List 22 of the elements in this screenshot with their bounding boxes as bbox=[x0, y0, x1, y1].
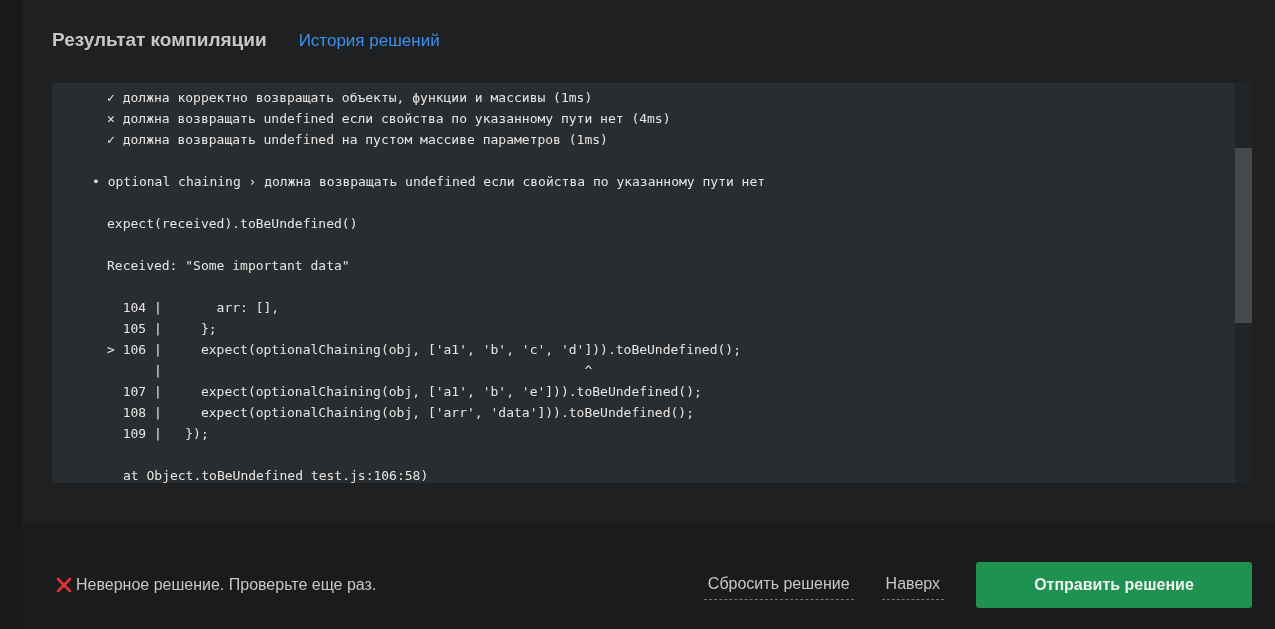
test-result-line: ✓ должна корректно возвращать объекты, функции и массивы (1ms) bbox=[107, 90, 593, 105]
code-line: 107 | expect(optionalChaining(obj, ['a1', 'b', 'e'])).toBeUndefined(); bbox=[121, 384, 702, 399]
scrollbar-thumb[interactable] bbox=[1235, 148, 1252, 323]
section-title: Результат компиляции bbox=[52, 29, 267, 51]
code-line: | ^ bbox=[152, 363, 593, 378]
code-line: 108 | expect(optionalChaining(obj, ['arr', 'data'])).toBeUndefined(); bbox=[121, 405, 694, 420]
code-line: 104 | arr: [], bbox=[121, 300, 280, 315]
code-line: 105 | }; bbox=[121, 321, 217, 336]
scroll-top-link[interactable]: Наверх bbox=[881, 570, 944, 600]
stack-trace-line: at Object.toBeUndefined test.js:106:58) bbox=[123, 468, 429, 483]
code-line: > 106 | expect(optionalChaining(obj, ['a1', 'b', 'c', 'd'])).toBeUndefined(); bbox=[107, 342, 741, 357]
failure-title: • optional chaining › должна возвращать undefined если свойства по указанному пути нет bbox=[92, 174, 766, 189]
submit-button[interactable]: Отправить решение bbox=[976, 562, 1252, 608]
code-line: 109 | }); bbox=[121, 426, 209, 441]
test-result-line: ✕ должна возвращать undefined если свойства по указанному пути нет (4ms) bbox=[107, 111, 671, 126]
test-result-line: ✓ должна возвращать undefined на пустом массиве параметров (1ms) bbox=[107, 132, 608, 147]
console-line: expect(received).toBeUndefined() bbox=[107, 216, 358, 231]
console-line: Received: "Some important data" bbox=[107, 258, 350, 273]
error-icon bbox=[56, 577, 72, 593]
status-message: Неверное решение. Проверьте еще раз. bbox=[76, 576, 377, 594]
history-link[interactable]: История решений bbox=[298, 31, 440, 51]
reset-link[interactable]: Сбросить решение bbox=[703, 570, 854, 600]
